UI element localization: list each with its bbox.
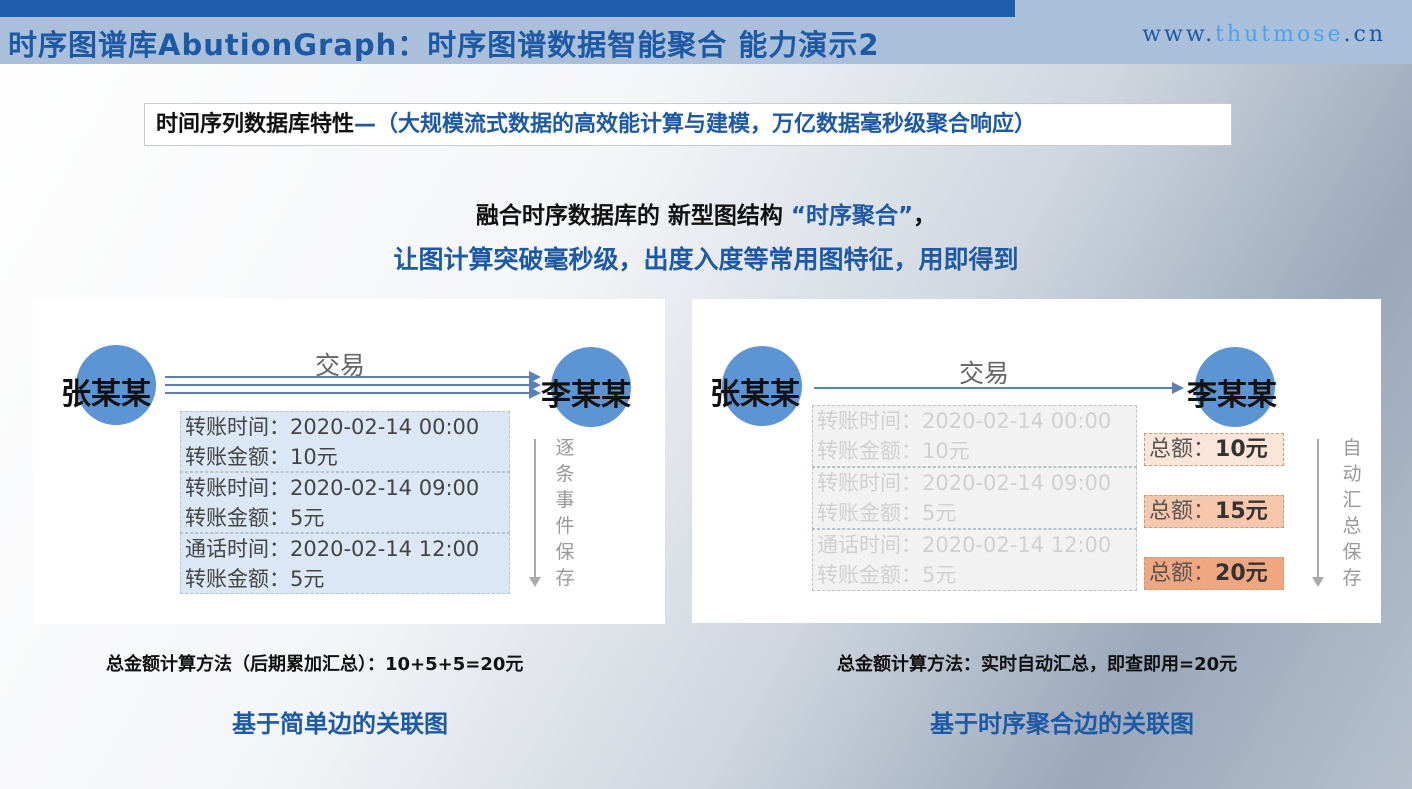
record-amount: 转账金额：5元 xyxy=(185,506,325,530)
side-note: 自动汇总保存 xyxy=(1342,437,1362,589)
headline-line1: 融合时序数据库的 新型图结构 “时序聚合”， xyxy=(0,196,1412,230)
total-value: 20元 xyxy=(1215,561,1268,586)
total-label: 总额： xyxy=(1149,561,1216,586)
record-amount: 转账金额：10元 xyxy=(817,439,970,463)
total-label: 总额： xyxy=(1149,437,1216,462)
record-time: 转账时间：2020-02-14 09:00 xyxy=(185,476,480,500)
side-note: 逐条事件保存 xyxy=(555,437,575,589)
site-suffix: .cn xyxy=(1343,22,1386,47)
event-record: 转账时间：2020-02-14 00:00 转账金额：10元 xyxy=(812,405,1137,467)
source-node-label: 张某某 xyxy=(710,377,800,412)
edge-label: 交易 xyxy=(959,359,1010,388)
total-value: 15元 xyxy=(1215,499,1268,524)
total-value: 10元 xyxy=(1215,437,1268,462)
record-amount: 转账金额：5元 xyxy=(817,563,957,587)
header-bar: 时序图谱库AbutionGraph：时序图谱数据智能聚合 能力演示2 www.t… xyxy=(0,0,1412,64)
headline-post: ， xyxy=(913,203,937,229)
source-node-label: 张某某 xyxy=(61,377,151,412)
edge-arrow xyxy=(165,371,541,383)
headline-highlight: “时序聚合” xyxy=(790,203,914,229)
site-highlight: thutmose xyxy=(1215,22,1344,47)
total-label: 总额： xyxy=(1149,499,1216,524)
feature-key: 时间序列数据库特性 xyxy=(156,112,355,137)
record-amount: 转账金额：5元 xyxy=(185,567,325,591)
simple-edge-panel: 张某某 李某某 交易 转账时间：2020-02-14 00:00 转账金额：10元… xyxy=(33,299,665,624)
event-record: 转账时间：2020-02-14 09:00 转账金额：5元 xyxy=(812,467,1137,529)
record-time: 通话时间：2020-02-14 12:00 xyxy=(817,533,1112,557)
edge-arrow xyxy=(165,387,541,399)
site-prefix: www. xyxy=(1142,22,1216,47)
edge-arrow xyxy=(165,379,541,391)
down-arrow xyxy=(529,439,541,587)
event-record: 转账时间：2020-02-14 09:00 转账金额：5元 xyxy=(180,472,510,533)
feature-banner: 时间序列数据库特性—（大规模流式数据的高效能计算与建模，万亿数据毫秒级聚合响应） xyxy=(144,103,1232,146)
left-caption: 总金额计算方法（后期累加汇总）：10+5+5=20元 xyxy=(106,654,524,675)
record-amount: 转账金额：5元 xyxy=(817,501,957,525)
target-node-label: 李某某 xyxy=(541,378,631,413)
record-time: 通话时间：2020-02-14 12:00 xyxy=(185,537,480,561)
header-accent-strip xyxy=(0,0,1015,17)
aggregate-total: 总额：20元 xyxy=(1144,557,1284,590)
left-subtitle: 基于简单边的关联图 xyxy=(232,710,448,738)
target-node-label: 李某某 xyxy=(1187,378,1277,413)
right-caption: 总金额计算方法：实时自动汇总，即查即用=20元 xyxy=(837,654,1238,675)
event-record: 转账时间：2020-02-14 00:00 转账金额：10元 xyxy=(180,411,510,472)
down-arrow xyxy=(1312,439,1324,587)
event-record: 通话时间：2020-02-14 12:00 转账金额：5元 xyxy=(812,529,1137,591)
headline-line2: 让图计算突破毫秒级，出度入度等常用图特征，用即得到 xyxy=(393,245,1019,274)
headline-pre: 融合时序数据库的 新型图结构 xyxy=(475,203,791,229)
aggregate-total: 总额：15元 xyxy=(1144,495,1284,528)
aggregate-edge-panel: 张某某 李某某 交易 转账时间：2020-02-14 00:00 转账金额：10元… xyxy=(692,299,1381,623)
record-time: 转账时间：2020-02-14 09:00 xyxy=(817,471,1112,495)
record-time: 转账时间：2020-02-14 00:00 xyxy=(817,409,1112,433)
feature-desc: —（大规模流式数据的高效能计算与建模，万亿数据毫秒级聚合响应） xyxy=(354,112,1037,137)
record-amount: 转账金额：10元 xyxy=(185,445,338,469)
event-record: 通话时间：2020-02-14 12:00 转账金额：5元 xyxy=(180,533,510,594)
aggregate-total: 总额：10元 xyxy=(1144,433,1284,466)
right-subtitle: 基于时序聚合边的关联图 xyxy=(930,710,1194,738)
record-time: 转账时间：2020-02-14 00:00 xyxy=(185,415,480,439)
site-url[interactable]: www.thutmose.cn xyxy=(1142,22,1386,47)
page-title: 时序图谱库AbutionGraph：时序图谱数据智能聚合 能力演示2 xyxy=(8,28,880,62)
edge-arrow xyxy=(814,382,1184,394)
